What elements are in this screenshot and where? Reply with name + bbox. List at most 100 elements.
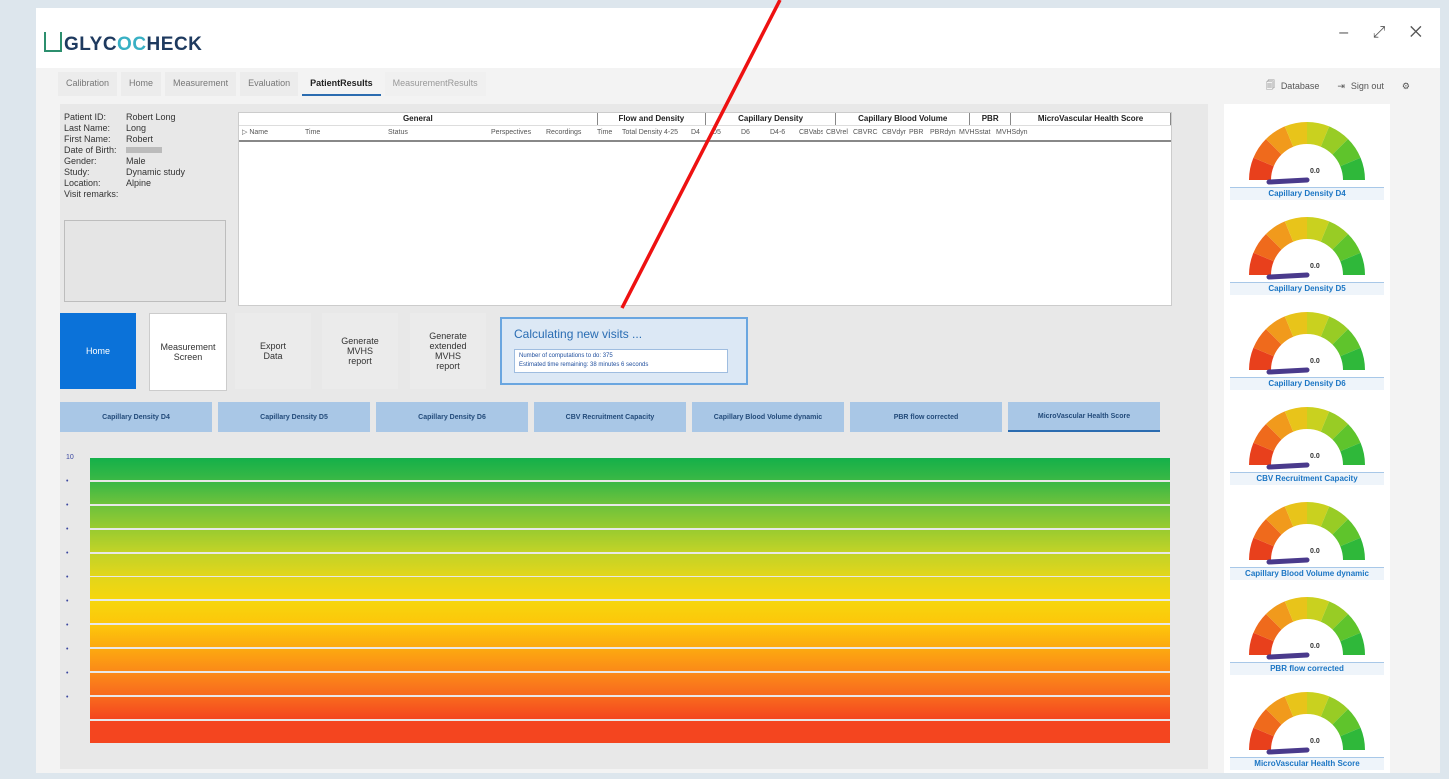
patient-results-panel: Patient ID: Robert Long Last Name: Long Firs… [60, 104, 1208, 769]
filter-tab[interactable]: Capillary Density D4 [60, 402, 212, 432]
filter-tab[interactable]: Capillary Density D5 [218, 402, 370, 432]
gauge-dial [1249, 692, 1365, 755]
table-column-header[interactable]: Time [302, 126, 385, 140]
y-tick-label: • [66, 502, 69, 509]
main-tabs: Calibration Home Measurement Evaluation Pati… [58, 72, 490, 96]
gauge-label: Capillary Density D5 [1230, 282, 1384, 295]
signout-button[interactable]: ⇥ Sign out [1337, 78, 1384, 94]
gauge-dial [1249, 407, 1365, 470]
generate-mvhs-report-button[interactable]: Generate MVHS report [322, 313, 398, 389]
table-group-label: Capillary Blood Volume [836, 113, 971, 125]
table-column-header[interactable]: Recordings [543, 126, 594, 140]
gauge-needle [1266, 177, 1310, 185]
patient-field: Patient ID: Robert Long [64, 112, 224, 123]
table-column-header[interactable]: D5 [709, 126, 738, 140]
tab-measurementresults[interactable]: MeasurementResults [384, 72, 486, 96]
y-tick-label: • [66, 526, 69, 533]
table-group-label: Capillary Density [706, 113, 837, 125]
table-column-header[interactable]: Status [385, 126, 488, 140]
tab-home[interactable]: Home [121, 72, 162, 96]
gauge-widget: 0.0 Capillary Density D4 [1230, 108, 1384, 200]
gauge-value: 0.0 [1310, 548, 1320, 555]
tab-evaluation[interactable]: Evaluation [240, 72, 299, 96]
table-group-label: General [239, 113, 598, 125]
filter-tab[interactable]: Capillary Density D6 [376, 402, 528, 432]
table-column-header: ▷ Name Time Status Perspectives Recordings Ti… [239, 126, 1171, 142]
home-button[interactable]: Home [60, 313, 136, 389]
table-column-header[interactable]: ▷ Name [239, 126, 302, 140]
table-column-header[interactable]: CBVrel [823, 126, 850, 140]
visit-remarks-box[interactable] [64, 220, 226, 302]
gauge-label: Capillary Blood Volume dynamic [1230, 567, 1384, 580]
patient-field-label: Date of Birth: [64, 145, 117, 155]
patient-field-value: Robert [126, 134, 154, 144]
patient-field-value: Dynamic study [126, 167, 186, 177]
filter-tab[interactable]: Capillary Blood Volume dynamic [692, 402, 844, 432]
calc-title: Calculating new visits ... [514, 327, 643, 341]
database-button[interactable]: 🗐 Database [1266, 78, 1320, 94]
y-tick-label: • [66, 670, 69, 677]
y-tick-label: • [66, 550, 69, 557]
gauge-needle [1266, 272, 1310, 280]
gauge-needle [1266, 557, 1310, 565]
filter-tab[interactable]: CBV Recruitment Capacity [534, 402, 686, 432]
gauge-sidebar: 0.0 Capillary Density D4 0.0 Capillary Dens… [1224, 104, 1390, 773]
patient-field-label: Study: [64, 167, 90, 177]
color-band [90, 649, 1170, 672]
gauge-widget: 0.0 CBV Recruitment Capacity [1230, 393, 1384, 485]
tab-patientresults[interactable]: PatientResults [302, 72, 381, 96]
y-tick-label: 10 [66, 454, 74, 461]
patient-info: Patient ID: Robert Long Last Name: Long Firs… [64, 112, 224, 200]
table-column-header[interactable]: CBVdyn [879, 126, 906, 140]
y-tick-label: • [66, 574, 69, 581]
color-band [90, 505, 1170, 528]
calculation-status-box: Calculating new visits ... Number of com… [500, 317, 748, 385]
patient-field-label: Location: [64, 178, 101, 188]
patient-field: Location: Alpine [64, 178, 224, 189]
table-column-header[interactable]: PBRdyn [927, 126, 956, 140]
table-column-header[interactable]: D4 [688, 126, 709, 140]
table-group-header: General Flow and Density Capillary Density… [239, 113, 1172, 126]
patient-field: First Name: Robert [64, 134, 224, 145]
tab-calibration[interactable]: Calibration [58, 72, 118, 96]
score-filter-tabs: Capillary Density D4 Capillary Density D5… [60, 402, 1160, 432]
window-controls[interactable]: – ⤢ ✕ [1339, 24, 1432, 42]
results-table[interactable]: General Flow and Density Capillary Density… [238, 112, 1172, 306]
export-data-button[interactable]: Export Data [235, 313, 311, 389]
title-bar: GLYCOCHECK – ⤢ ✕ [36, 8, 1440, 68]
gauge-widget: 0.0 MicroVascular Health Score [1230, 678, 1384, 770]
gauge-dial [1249, 122, 1365, 185]
table-column-header[interactable]: PBR [906, 126, 927, 140]
patient-field: Date of Birth: [64, 145, 224, 156]
gauge-value: 0.0 [1310, 738, 1320, 745]
table-column-header[interactable]: D6 [738, 126, 767, 140]
gauge-needle [1266, 367, 1310, 375]
gauge-widget: 0.0 Capillary Blood Volume dynamic [1230, 488, 1384, 580]
filter-tab[interactable]: MicroVascular Health Score [1008, 402, 1160, 432]
gauge-widget: 0.0 PBR flow corrected [1230, 583, 1384, 675]
patient-field: Last Name: Long [64, 123, 224, 134]
table-column-header[interactable]: CBVabs [796, 126, 823, 140]
settings-icon[interactable]: ⚙ [1402, 78, 1410, 94]
generate-extended-mvhs-report-button[interactable]: Generate extended MVHS report [410, 313, 486, 389]
y-tick-label: • [66, 694, 69, 701]
table-column-header[interactable]: MVHSdyn [993, 126, 1036, 140]
table-column-header[interactable]: MVHSstat [956, 126, 993, 140]
gauge-dial [1249, 597, 1365, 660]
color-band [90, 481, 1170, 504]
measurement-screen-button[interactable]: Measurement Screen [149, 313, 227, 391]
top-right-actions: 🗐 Database ⇥ Sign out ⚙ [1266, 78, 1410, 94]
table-column-header[interactable]: CBVRC [850, 126, 879, 140]
color-band [90, 529, 1170, 552]
tab-measurement[interactable]: Measurement [165, 72, 237, 96]
table-column-header[interactable]: Total Density 4-25 [619, 126, 688, 140]
patient-field-label: Visit remarks: [64, 189, 119, 199]
patient-field-value: Male [126, 156, 146, 166]
patient-field-value: Alpine [126, 178, 152, 188]
table-column-header[interactable]: D4-6 [767, 126, 796, 140]
table-column-header[interactable]: Time [594, 126, 619, 140]
signout-icon: ⇥ [1337, 80, 1345, 91]
table-column-header[interactable]: Perspectives [488, 126, 543, 140]
gauge-label: Capillary Density D4 [1230, 187, 1384, 200]
filter-tab[interactable]: PBR flow corrected [850, 402, 1002, 432]
